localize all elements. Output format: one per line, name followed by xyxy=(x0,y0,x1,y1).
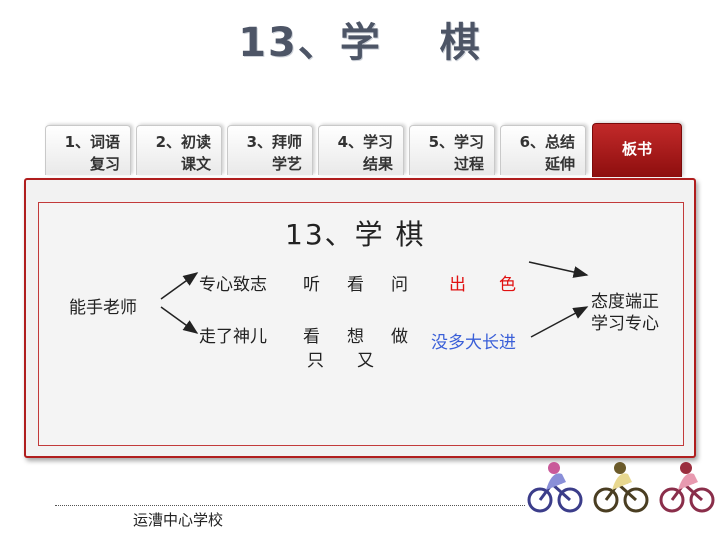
row2-word: 做 xyxy=(391,327,408,347)
tab-label: 板书 xyxy=(621,140,652,158)
row2-word-below: 又 xyxy=(357,351,374,371)
tab-apprenticeship[interactable]: 3、拜师 学艺 xyxy=(227,125,313,175)
row2-word: 想 xyxy=(347,327,364,347)
tab-label-line1: 3、拜师 xyxy=(246,133,302,151)
tab-learning-result[interactable]: 4、学习 结果 xyxy=(318,125,404,175)
tab-first-reading[interactable]: 2、初读 课文 xyxy=(136,125,222,175)
row1-label: 专心致志 xyxy=(199,275,267,295)
row2-word-below: 只 xyxy=(307,351,324,371)
row1-word: 问 xyxy=(391,275,408,295)
tab-label-line2: 复习 xyxy=(89,155,120,173)
tab-label-line2: 过程 xyxy=(453,155,484,173)
tab-label-line1: 6、总结 xyxy=(519,133,575,151)
row1-result-char: 出 xyxy=(449,275,466,295)
tab-learning-process[interactable]: 5、学习 过程 xyxy=(409,125,495,175)
cyclist-icon-blue xyxy=(527,462,583,513)
tab-blackboard[interactable]: 板书 xyxy=(592,123,682,177)
tab-label-line1: 5、学习 xyxy=(428,133,484,151)
row1-result-char: 色 xyxy=(499,275,516,295)
arrow-to-row2 xyxy=(160,306,199,334)
left-label: 能手老师 xyxy=(69,298,137,318)
tab-label-line2: 结果 xyxy=(362,155,393,173)
cyclist-icon-yellow xyxy=(593,462,649,513)
tab-label-line1: 2、初读 xyxy=(155,133,211,151)
cyclist-icon-pink xyxy=(659,462,715,513)
tab-label-line2: 学艺 xyxy=(271,155,302,173)
footer-school-name: 运漕中心学校 xyxy=(133,511,224,529)
row2-word: 看 xyxy=(303,327,320,347)
board-title: 13、学 棋 xyxy=(285,218,426,251)
row1-word: 听 xyxy=(303,275,320,295)
row2-label: 走了神儿 xyxy=(199,327,267,347)
blackboard-area: 13、学 棋 能手老师 专心致志 听 看 问 出 色 走了神儿 看 想 做 只 … xyxy=(38,202,684,446)
tab-vocab-review[interactable]: 1、词语 复习 xyxy=(45,125,131,175)
tab-label-line2: 课文 xyxy=(180,155,211,173)
arrow-from-row2 xyxy=(530,306,589,338)
conclusion-line2: 学习专心 xyxy=(591,314,659,334)
tab-label-line1: 1、词语 xyxy=(64,133,120,151)
tab-label-line1: 4、学习 xyxy=(337,133,393,151)
content-panel: 13、学 棋 能手老师 专心致志 听 看 问 出 色 走了神儿 看 想 做 只 … xyxy=(24,178,696,458)
arrow-to-row1 xyxy=(160,272,199,300)
tab-summary[interactable]: 6、总结 延伸 xyxy=(500,125,586,175)
slide-title: 13、学 棋 xyxy=(238,20,482,66)
tab-label-line2: 延伸 xyxy=(544,155,575,173)
footer-divider xyxy=(55,505,525,506)
arrow-from-row1 xyxy=(528,261,589,278)
row2-result: 没多大长进 xyxy=(431,333,516,353)
row1-word: 看 xyxy=(347,275,364,295)
